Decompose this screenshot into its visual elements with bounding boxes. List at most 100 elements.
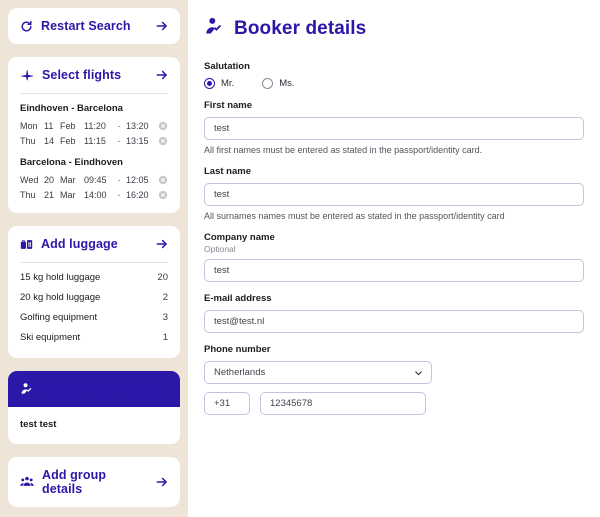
sidebar: Restart Search Select flights Eindhoven … <box>0 0 188 517</box>
luggage-item: Golfing equipment 3 <box>20 307 168 327</box>
add-booker-details-label: Add booker details <box>42 382 157 396</box>
company-name-label: Company name <box>204 232 275 243</box>
add-luggage-header[interactable]: Add luggage <box>8 226 180 262</box>
flight-day: 21 <box>44 189 55 200</box>
flight-day: 14 <box>44 135 55 146</box>
sidebar-card-add-luggage[interactable]: Add luggage 15 kg hold luggage 20 20 kg … <box>8 226 180 358</box>
add-luggage-body: 15 kg hold luggage 20 20 kg hold luggage… <box>8 263 180 358</box>
group-icon <box>20 475 34 489</box>
page-title: Booker details <box>234 18 367 39</box>
luggage-item: Ski equipment 1 <box>20 327 168 347</box>
phone-number-field: Phone number Netherlands <box>204 344 584 415</box>
flight-day-of-week: Wed <box>20 174 39 185</box>
flight-month: Feb <box>60 120 76 131</box>
phone-country-select-wrap[interactable]: Netherlands <box>204 361 432 384</box>
last-name-input[interactable] <box>204 183 584 206</box>
salutation-field: Salutation Mr. Ms. <box>204 61 584 89</box>
email-input[interactable] <box>204 310 584 333</box>
salutation-radio-group[interactable]: Mr. Ms. <box>204 78 584 89</box>
flight-time-dash: - <box>117 174 121 185</box>
luggage-icon <box>20 238 33 251</box>
flight-month: Feb <box>60 135 76 146</box>
luggage-item-count: 1 <box>162 331 168 343</box>
last-name-field: Last name All surnames names must be ent… <box>204 166 584 221</box>
salutation-option-ms-label: Ms. <box>279 78 295 89</box>
luggage-item-name: Golfing equipment <box>20 311 98 323</box>
remove-icon[interactable] <box>158 136 168 146</box>
booker-icon <box>20 382 34 396</box>
luggage-item: 15 kg hold luggage 20 <box>20 267 168 287</box>
flight-day-of-week: Thu <box>20 189 36 200</box>
company-name-optional-hint: Optional <box>204 244 236 254</box>
radio-unselected-icon[interactable] <box>262 78 274 89</box>
first-name-field: First name All first names must be enter… <box>204 100 584 155</box>
remove-icon[interactable] <box>158 190 168 200</box>
flight-departure-time: 11:20 <box>84 120 106 131</box>
arrow-right-icon[interactable] <box>155 475 169 489</box>
luggage-item-name: 15 kg hold luggage <box>20 271 101 283</box>
remove-icon[interactable] <box>158 175 168 185</box>
salutation-option-ms[interactable]: Ms. <box>262 78 295 89</box>
flight-row[interactable]: Thu 14 Feb 11:15 - 13:15 <box>20 133 168 148</box>
restart-icon <box>20 20 33 33</box>
flight-departure-time: 14:00 <box>84 189 107 200</box>
arrow-right-icon[interactable] <box>155 237 169 251</box>
flight-departure-time: 09:45 <box>84 174 107 185</box>
select-flights-header[interactable]: Select flights <box>8 57 180 93</box>
sidebar-card-add-group-details[interactable]: Add group details <box>8 457 180 507</box>
first-name-helper: All first names must be entered as state… <box>204 145 483 155</box>
flight-day-of-week: Mon <box>20 120 38 131</box>
arrow-right-icon[interactable] <box>155 19 169 33</box>
last-name-label: Last name <box>204 166 251 177</box>
salutation-label: Salutation <box>204 61 250 72</box>
luggage-item-count: 2 <box>162 291 168 303</box>
first-name-label: First name <box>204 100 253 111</box>
flight-time-dash: - <box>117 120 121 131</box>
flight-arrival-time: 13:20 <box>126 120 149 131</box>
add-group-details-label: Add group details <box>42 468 107 496</box>
first-name-input[interactable] <box>204 117 584 140</box>
sidebar-card-select-flights[interactable]: Select flights Eindhoven - Barcelona Mon… <box>8 57 180 213</box>
salutation-option-mr[interactable]: Mr. <box>204 78 234 89</box>
flight-day: 11 <box>44 120 54 131</box>
sidebar-card-add-booker-details[interactable]: Add booker details test test <box>8 371 180 444</box>
flight-arrival-time: 16:20 <box>126 189 149 200</box>
email-label: E-mail address <box>204 293 272 304</box>
luggage-item: 20 kg hold luggage 2 <box>20 287 168 307</box>
luggage-item-count: 20 <box>157 271 168 283</box>
booker-summary: test test <box>20 419 57 430</box>
add-booker-details-header[interactable]: Add booker details <box>8 371 180 407</box>
flight-day-of-week: Thu <box>20 135 36 146</box>
add-group-details-header[interactable]: Add group details <box>8 457 180 507</box>
restart-search-header[interactable]: Restart Search <box>8 8 180 44</box>
flight-arrival-time: 12:05 <box>126 174 149 185</box>
company-name-field: Company name Optional <box>204 232 584 282</box>
select-flights-body: Eindhoven - Barcelona Mon 11 Feb 11:20 -… <box>8 94 180 213</box>
main-content: Booker details Salutation Mr. Ms. First … <box>188 0 600 517</box>
flight-arrival-time: 13:15 <box>126 135 149 146</box>
flight-row[interactable]: Mon 11 Feb 11:20 - 13:20 <box>20 118 168 133</box>
flight-row[interactable]: Wed 20 Mar 09:45 - 12:05 <box>20 172 168 187</box>
plane-icon <box>20 68 34 82</box>
sidebar-card-restart-search[interactable]: Restart Search <box>8 8 180 44</box>
flight-month: Mar <box>60 189 76 200</box>
phone-number-input[interactable] <box>260 392 426 415</box>
company-name-input[interactable] <box>204 259 584 282</box>
flight-row[interactable]: Thu 21 Mar 14:00 - 16:20 <box>20 187 168 202</box>
arrow-right-icon[interactable] <box>155 68 169 82</box>
flight-leg-title: Eindhoven - Barcelona <box>20 103 123 114</box>
remove-icon[interactable] <box>158 121 168 131</box>
restart-search-label: Restart Search <box>41 19 131 33</box>
salutation-option-mr-label: Mr. <box>221 78 235 89</box>
flight-day: 20 <box>44 174 55 185</box>
luggage-item-count: 3 <box>162 311 168 323</box>
app-root: Restart Search Select flights Eindhoven … <box>0 0 600 517</box>
radio-selected-icon[interactable] <box>204 78 215 89</box>
phone-country-code-input[interactable] <box>204 392 250 415</box>
last-name-helper: All surnames names must be entered as st… <box>204 211 505 221</box>
add-luggage-label: Add luggage <box>41 237 118 251</box>
phone-number-row <box>204 392 584 415</box>
flight-time-dash: - <box>117 189 121 200</box>
phone-country-select[interactable]: Netherlands <box>204 361 432 384</box>
booker-icon <box>204 16 225 42</box>
